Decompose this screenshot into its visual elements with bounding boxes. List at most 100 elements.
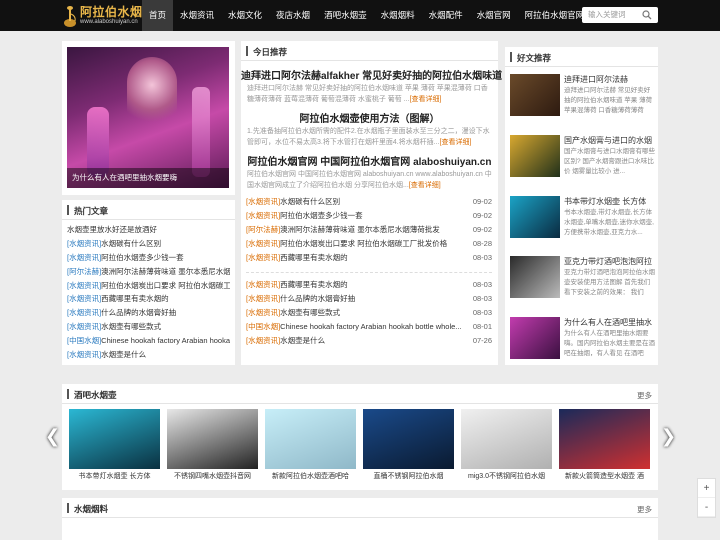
good-article-desc: 亚克力带灯酒吧泡泡阿拉伯水烟壶安装使用方法图解 首先我们看下安装之前的效果： 我… <box>564 269 655 296</box>
section-bar <box>67 389 69 399</box>
good-article-thumb[interactable] <box>510 256 560 298</box>
good-article-title[interactable]: 为什么有人在酒吧里抽水 <box>564 317 656 328</box>
carousel-image[interactable] <box>461 409 552 469</box>
list-item[interactable]: [水烟资讯]水烟壶是什么 <box>67 348 230 362</box>
nav-bar-hookah[interactable]: 酒吧水烟壶 <box>317 0 374 31</box>
tobacco-header: 水烟烟料 更多 <box>62 498 658 518</box>
carousel-caption[interactable]: mig3.0不锈钢阿拉伯水烟 <box>461 471 552 481</box>
carousel-image[interactable] <box>559 409 650 469</box>
hot-articles-panel: 热门文章 水烟壶里放水好还是放酒好 [水烟资讯]水烟碳有什么区别 [水烟资讯]阿… <box>62 200 235 365</box>
carousel-item[interactable]: 不锈钢四嘴水烟壶抖音网 <box>167 409 258 484</box>
carousel-caption[interactable]: 不锈钢四嘴水烟壶抖音网 <box>167 471 258 481</box>
nav-tobacco[interactable]: 水烟烟料 <box>374 0 422 31</box>
search-icon[interactable] <box>642 10 652 20</box>
section-bar <box>67 205 69 215</box>
good-article-title[interactable]: 亚克力带灯酒吧泡泡阿拉 <box>564 256 656 267</box>
carousel-item[interactable]: 书本带灯水烟壶 长方体 <box>69 409 160 484</box>
good-article-item[interactable]: 亚克力带灯酒吧泡泡阿拉 亚克力带灯酒吧泡泡阿拉伯水烟壶安装使用方法图解 首先我们… <box>510 256 656 306</box>
hot-articles-header: 热门文章 <box>62 200 235 220</box>
view-detail-link[interactable]: [查看详细] <box>410 96 442 103</box>
divider <box>246 272 492 273</box>
carousel-caption[interactable]: 新款火箭筒造型水烟壶 酒 <box>559 471 650 481</box>
feature-image[interactable]: 为什么有人在酒吧里抽水烟要嗨 <box>67 47 229 188</box>
good-article-item[interactable]: 迪拜进口阿尔法赫 迪拜进口阿尔法赫 常见好卖好抽的阿拉伯水烟味道 苹果 薄荷 苹… <box>510 74 656 124</box>
good-article-thumb[interactable] <box>510 135 560 177</box>
good-articles-title: 好文推荐 <box>517 53 552 63</box>
news-row[interactable]: [水烟资讯]西藏哪里有卖水烟的 08-03 <box>246 278 492 292</box>
good-article-title[interactable]: 迪拜进口阿尔法赫 <box>564 74 656 85</box>
good-article-item[interactable]: 书本带灯水烟壶 长方体 书本水烟壶,带灯水烟壶,长方体水烟壶,单嘴水烟壶,迷你水… <box>510 196 656 246</box>
today-title: 今日推荐 <box>253 47 288 57</box>
good-article-item[interactable]: 国产水烟膏与进口的水烟 国产水烟膏与进口水烟膏有哪些区别? 国产水烟膏跟进口水味… <box>510 135 656 185</box>
list-item[interactable]: [阿尔法赫]澳洲阿尔法赫薄荷味道 墨尔本悉尼水烟薄荷 <box>67 265 230 279</box>
news-row[interactable]: [水烟资讯]阿拉伯水烟炭出口要求 阿拉伯水烟碳工厂批发价格 08-28 <box>246 237 492 251</box>
tobacco-panel: 水烟烟料 更多 <box>62 498 658 540</box>
nav-official[interactable]: 水烟官网 <box>470 0 518 31</box>
news-row[interactable]: [水烟资讯]阿拉伯水烟壶多少钱一套 09-02 <box>246 209 492 223</box>
hot-articles-list: 水烟壶里放水好还是放酒好 [水烟资讯]水烟碳有什么区别 [水烟资讯]阿拉伯水烟壶… <box>62 220 235 362</box>
nav-culture[interactable]: 水烟文化 <box>221 0 269 31</box>
nav-news[interactable]: 水烟资讯 <box>173 0 221 31</box>
carousel-image[interactable] <box>363 409 454 469</box>
carousel-image[interactable] <box>167 409 258 469</box>
list-item[interactable]: [中国水烟]Chinese hookah factory Arabian hoo… <box>67 334 230 348</box>
good-article-item[interactable]: 为什么有人在酒吧里抽水 为什么有人在酒吧里抽水烟要嗨。国内阿拉伯水烟主要是在酒吧… <box>510 317 656 367</box>
today-header: 今日推荐 <box>241 41 498 61</box>
feature-hookah-left <box>87 107 109 177</box>
carousel-item[interactable]: 直桶不锈钢阿拉伯水烟 <box>363 409 454 484</box>
carousel-caption[interactable]: 直桶不锈钢阿拉伯水烟 <box>363 471 454 481</box>
today-news-list-1: [水烟资讯]水烟碳有什么区别 09-02 [水烟资讯]阿拉伯水烟壶多少钱一套 09-… <box>246 195 492 264</box>
list-item[interactable]: 水烟壶里放水好还是放酒好 <box>67 223 230 237</box>
section-bar <box>246 46 248 56</box>
nav-arabic-official[interactable]: 阿拉伯水烟官网 <box>518 0 592 31</box>
carousel-prev-icon[interactable]: ❮ <box>45 426 60 447</box>
list-item[interactable]: [水烟资讯]水烟碳有什么区别 <box>67 237 230 251</box>
list-item[interactable]: [水烟资讯]西藏哪里有卖水烟的 <box>67 292 230 306</box>
zoom-out-button[interactable]: - <box>698 498 715 517</box>
news-row[interactable]: [水烟资讯]水烟碳有什么区别 09-02 <box>246 195 492 209</box>
news-row[interactable]: [中国水烟]Chinese hookah factory Arabian hoo… <box>246 320 492 334</box>
today-desc-3: 阿拉伯水烟官网 中国阿拉伯水烟官网 alaboshuiyan.cn www.al… <box>247 171 492 189</box>
good-articles-header: 好文推荐 <box>505 47 658 67</box>
site-logo[interactable]: 阿拉伯水烟网 www.alaboshuiyan.cn <box>62 2 155 29</box>
more-link[interactable]: 更多 <box>637 504 652 515</box>
carousel-caption[interactable]: 新款阿拉伯水烟壶酒吧哈 <box>265 471 356 481</box>
carousel-item[interactable]: mig3.0不锈钢阿拉伯水烟 <box>461 409 552 484</box>
news-row[interactable]: [水烟资讯]西藏哪里有卖水烟的 08-03 <box>246 251 492 265</box>
carousel-item[interactable]: 新款火箭筒造型水烟壶 酒 <box>559 409 650 484</box>
top-navbar: 阿拉伯水烟网 www.alaboshuiyan.cn 首页 水烟资讯 水烟文化 … <box>0 0 720 31</box>
nav-accessories[interactable]: 水烟配件 <box>422 0 470 31</box>
good-article-thumb[interactable] <box>510 196 560 238</box>
good-article-title[interactable]: 书本带灯水烟壶 长方体 <box>564 196 656 207</box>
view-detail-link[interactable]: [查看详细] <box>440 139 472 146</box>
today-headline-2[interactable]: 阿拉伯水烟壶使用方法（图解） <box>241 110 498 125</box>
news-row[interactable]: [水烟资讯]水烟壶是什么 07-26 <box>246 334 492 348</box>
carousel-image[interactable] <box>265 409 356 469</box>
news-row[interactable]: [水烟资讯]水烟壶有哪些款式 08-03 <box>246 306 492 320</box>
nav-nightclub[interactable]: 夜店水烟 <box>269 0 317 31</box>
list-item[interactable]: [水烟资讯]阿拉伯水烟炭出口要求 阿拉伯水烟碳工 <box>67 279 230 293</box>
hot-articles-title: 热门文章 <box>74 206 109 216</box>
view-detail-link[interactable]: [查看详细] <box>409 182 441 189</box>
carousel-caption[interactable]: 书本带灯水烟壶 长方体 <box>69 471 160 481</box>
good-article-title[interactable]: 国产水烟膏与进口的水烟 <box>564 135 656 146</box>
carousel-image[interactable] <box>69 409 160 469</box>
news-row[interactable]: [阿尔法赫]澳洲阿尔法赫薄荷味道 墨尔本悉尼水烟薄荷批发 09-02 <box>246 223 492 237</box>
carousel-item[interactable]: 新款阿拉伯水烟壶酒吧哈 <box>265 409 356 484</box>
feature-caption[interactable]: 为什么有人在酒吧里抽水烟要嗨 <box>67 168 229 188</box>
news-row[interactable]: [水烟资讯]什么品牌的水烟膏好抽 08-03 <box>246 292 492 306</box>
today-desc-2: 1.先准备抽阿拉伯水烟所需的配件2.在水烟瓶子里面装水至三分之二，漫设下水管即可… <box>247 128 490 146</box>
zoom-in-button[interactable]: + <box>698 479 715 498</box>
list-item[interactable]: [水烟资讯]什么品牌的水烟膏好抽 <box>67 306 230 320</box>
today-headline-1[interactable]: 迪拜进口阿尔法赫alfakher 常见好卖好抽的阿拉伯水烟味道 <box>241 67 502 82</box>
list-item[interactable]: [水烟资讯]水烟壶有哪些款式 <box>67 320 230 334</box>
good-article-thumb[interactable] <box>510 74 560 116</box>
bar-hookah-title: 酒吧水烟壶 <box>74 390 117 400</box>
good-article-thumb[interactable] <box>510 317 560 359</box>
nav-home[interactable]: 首页 <box>142 0 174 31</box>
today-headline-3[interactable]: 阿拉伯水烟官网 中国阿拉伯水烟官网 alaboshuiyan.cn <box>241 153 498 168</box>
more-link[interactable]: 更多 <box>637 390 652 401</box>
today-news-list-2: [水烟资讯]西藏哪里有卖水烟的 08-03 [水烟资讯]什么品牌的水烟膏好抽 08-… <box>246 278 492 347</box>
carousel-next-icon[interactable]: ❯ <box>661 426 676 447</box>
list-item[interactable]: [水烟资讯]阿拉伯水烟壶多少钱一套 <box>67 251 230 265</box>
